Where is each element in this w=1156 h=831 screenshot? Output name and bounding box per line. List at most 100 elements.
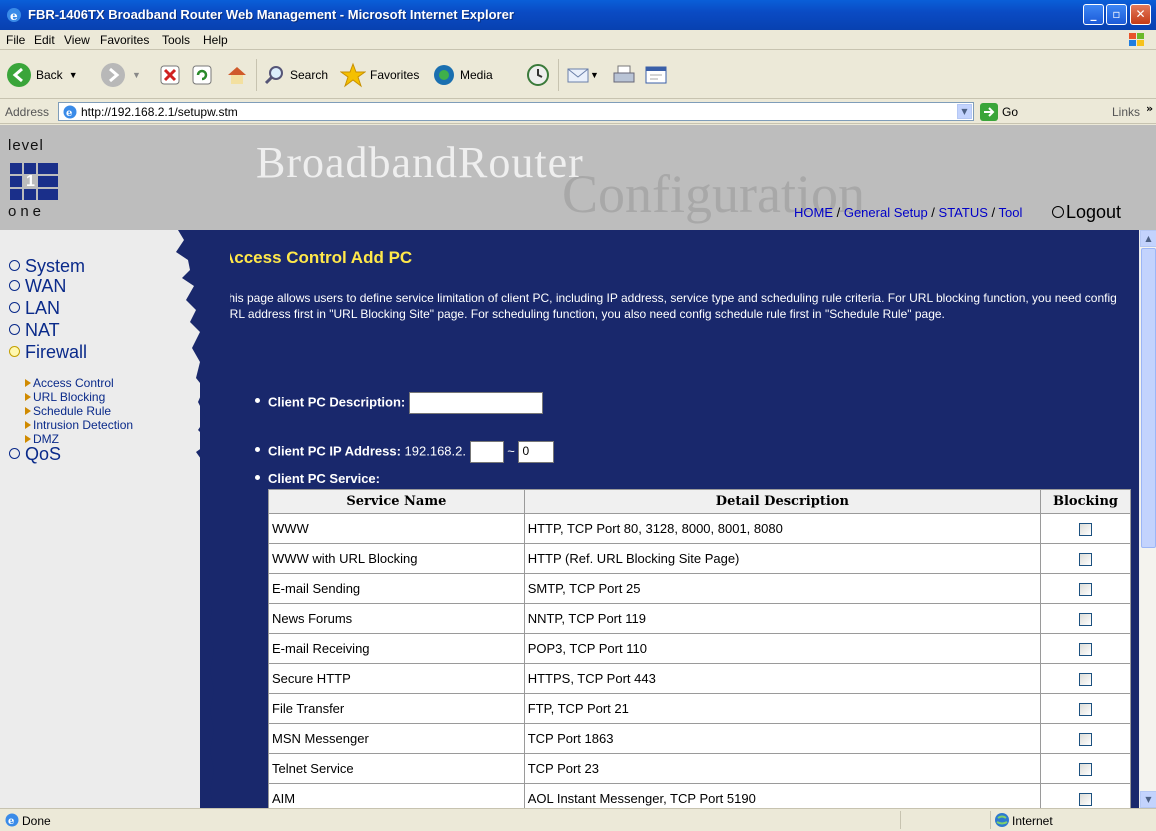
menu-bar: File Edit View Favorites Tools Help xyxy=(0,30,1156,50)
blocking-checkbox[interactable] xyxy=(1079,583,1092,597)
blocking-checkbox[interactable] xyxy=(1079,553,1092,567)
service-name-cell: E-mail Receiving xyxy=(268,633,525,664)
go-arrow-icon xyxy=(980,103,998,121)
address-dropdown-icon[interactable]: ▼ xyxy=(957,104,972,119)
mail-dropdown-icon[interactable]: ▼ xyxy=(590,70,599,80)
sidebar-item-qos[interactable]: QoS xyxy=(9,444,61,465)
blocking-checkbox[interactable] xyxy=(1079,523,1092,537)
ip-start-input[interactable] xyxy=(469,441,504,463)
table-row: E-mail Sending SMTP, TCP Port 25 xyxy=(268,573,1131,604)
radio-circle-icon xyxy=(9,324,20,335)
nav-tool-link[interactable]: Tool xyxy=(999,205,1023,220)
history-button[interactable] xyxy=(526,61,550,89)
scroll-up-icon[interactable]: ▲ xyxy=(1140,230,1156,247)
sidebar-item-system[interactable]: System xyxy=(9,256,85,277)
client-pc-description-input[interactable] xyxy=(408,392,543,414)
page-description: This page allows users to define service… xyxy=(221,291,1117,321)
radio-circle-icon xyxy=(9,448,20,459)
service-description-cell: TCP Port 23 xyxy=(523,753,1042,784)
sidebar-item-wan[interactable]: WAN xyxy=(9,276,66,297)
blocking-checkbox[interactable] xyxy=(1079,763,1092,777)
links-chevron-icon[interactable]: » xyxy=(1146,102,1153,115)
blocking-checkbox[interactable] xyxy=(1079,703,1092,717)
radio-selected-icon xyxy=(9,346,20,357)
minimize-button[interactable]: _ xyxy=(1083,4,1104,25)
home-button[interactable] xyxy=(226,61,248,89)
page-viewport: level 1 one Configuration BroadbandRoute… xyxy=(0,125,1156,808)
triangle-bullet-icon xyxy=(25,393,31,401)
service-name-cell: File Transfer xyxy=(268,693,525,724)
logout-link[interactable]: Logout xyxy=(1052,202,1121,223)
nav-home-link[interactable]: HOME xyxy=(794,205,833,220)
menu-view[interactable]: View xyxy=(64,33,90,47)
sidebar-item-nat[interactable]: NAT xyxy=(9,320,60,341)
search-button[interactable]: Search xyxy=(264,61,328,89)
blocking-checkbox[interactable] xyxy=(1079,613,1092,627)
vertical-scrollbar[interactable]: ▲ ▼ xyxy=(1139,230,1156,808)
service-description-cell: FTP, TCP Port 21 xyxy=(523,693,1042,724)
levelone-logo: level 1 one xyxy=(8,137,60,221)
radio-circle-icon xyxy=(1052,206,1064,218)
triangle-bullet-icon xyxy=(25,379,31,387)
edit-page-icon xyxy=(645,66,667,84)
service-name-cell: Telnet Service xyxy=(268,753,525,784)
service-name-cell: WWW with URL Blocking xyxy=(268,543,525,574)
menu-help[interactable]: Help xyxy=(203,33,228,47)
scroll-thumb[interactable] xyxy=(1141,248,1156,548)
status-text: Done xyxy=(22,814,51,828)
go-button[interactable]: Go xyxy=(980,103,1018,121)
internet-globe-icon xyxy=(995,813,1009,827)
back-dropdown-icon[interactable]: ▼ xyxy=(69,70,78,80)
menu-edit[interactable]: Edit xyxy=(34,33,55,47)
back-button[interactable]: Back ▼ xyxy=(6,61,78,89)
menu-file[interactable]: File xyxy=(6,33,25,47)
edit-button[interactable] xyxy=(644,61,668,89)
menu-favorites[interactable]: Favorites xyxy=(100,33,149,47)
blocking-checkbox[interactable] xyxy=(1079,793,1092,807)
ip-end-input[interactable]: 0 xyxy=(518,441,555,463)
toolbar: Back ▼ ▼ Search Favorites Media ▼ xyxy=(0,51,1156,99)
sidebar-sub-url-blocking[interactable]: URL Blocking xyxy=(25,390,105,404)
security-zone: Internet xyxy=(1012,814,1053,828)
media-button[interactable]: Media xyxy=(432,61,493,89)
torn-edge-decoration xyxy=(176,230,230,808)
sidebar-item-firewall[interactable]: Firewall xyxy=(9,342,87,363)
blocking-cell xyxy=(1040,513,1131,544)
refresh-button[interactable] xyxy=(192,61,212,89)
history-icon xyxy=(527,64,549,86)
nav-status-link[interactable]: STATUS xyxy=(939,205,988,220)
table-row: WWW with URL Blocking HTTP (Ref. URL Bloc… xyxy=(268,543,1131,574)
sidebar-item-lan[interactable]: LAN xyxy=(9,298,60,319)
table-row: WWW HTTP, TCP Port 80, 3128, 8000, 8001, … xyxy=(268,513,1131,544)
maximize-button[interactable]: ▫ xyxy=(1106,4,1127,25)
address-input[interactable]: e http://192.168.2.1/setupw.stm ▼ xyxy=(58,102,974,121)
favorites-button[interactable]: Favorites xyxy=(340,61,419,89)
blocking-checkbox[interactable] xyxy=(1079,643,1092,657)
table-row: E-mail Receiving POP3, TCP Port 110 xyxy=(268,633,1131,664)
menu-tools[interactable]: Tools xyxy=(162,33,190,47)
sidebar-sub-schedule-rule[interactable]: Schedule Rule xyxy=(25,404,111,418)
service-name-cell: Secure HTTP xyxy=(268,663,525,694)
forward-button[interactable]: ▼ xyxy=(100,61,141,89)
mail-button[interactable]: ▼ xyxy=(566,61,599,89)
address-url: http://192.168.2.1/setupw.stm xyxy=(81,105,238,119)
radio-circle-icon xyxy=(9,302,20,313)
close-button[interactable]: ✕ xyxy=(1130,4,1151,25)
print-button[interactable] xyxy=(612,61,636,89)
service-name-cell: WWW xyxy=(268,513,525,544)
table-row: MSN Messenger TCP Port 1863 xyxy=(268,723,1131,754)
client-pc-ip-row: Client PC IP Address: 192.168.2. ~ 0 xyxy=(255,441,555,463)
sidebar-sub-intrusion-detection[interactable]: Intrusion Detection xyxy=(25,418,133,432)
forward-dropdown-icon[interactable]: ▼ xyxy=(132,70,141,80)
top-navigation: HOME / General Setup / STATUS / Tool xyxy=(794,205,1023,220)
search-icon xyxy=(264,66,283,85)
brand-title: BroadbandRouter xyxy=(256,138,584,187)
links-button[interactable]: Links xyxy=(1112,105,1140,119)
sidebar-sub-access-control[interactable]: Access Control xyxy=(25,376,114,390)
mail-icon xyxy=(567,68,589,83)
blocking-checkbox[interactable] xyxy=(1079,733,1092,747)
stop-button[interactable] xyxy=(160,61,180,89)
scroll-down-icon[interactable]: ▼ xyxy=(1140,791,1156,808)
nav-general-setup-link[interactable]: General Setup xyxy=(844,205,928,220)
blocking-checkbox[interactable] xyxy=(1079,673,1092,687)
